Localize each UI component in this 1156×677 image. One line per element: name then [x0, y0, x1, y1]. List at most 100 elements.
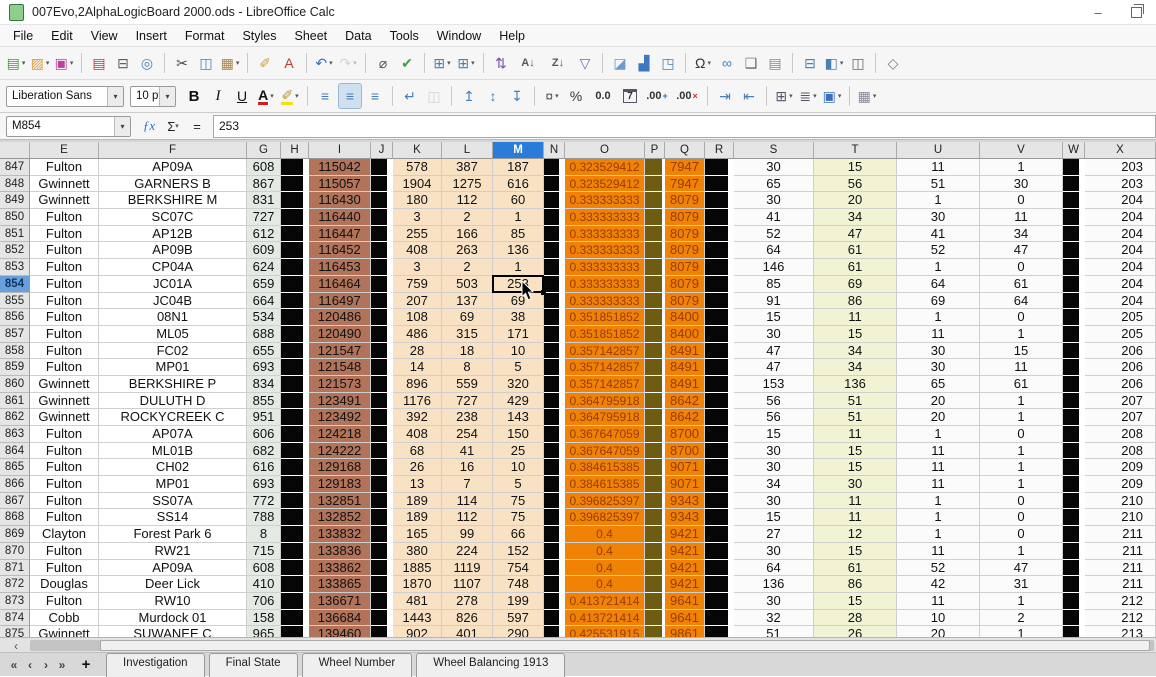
cell-H865[interactable] — [281, 459, 309, 477]
cell-E851[interactable]: Fulton — [30, 225, 99, 243]
sheet-tab-wheel-number[interactable]: Wheel Number — [301, 652, 413, 677]
delete-decimal-place-button[interactable]: .00 — [673, 84, 701, 108]
cell-W855[interactable] — [1063, 292, 1085, 310]
select-function-button[interactable]: Σ ▾ — [161, 115, 185, 137]
cell-Q848[interactable]: 7947 — [665, 175, 705, 193]
row-header-861[interactable]: 861 — [0, 392, 30, 410]
border-color-button[interactable]: ▣ ▾ — [821, 84, 843, 108]
row-header-875[interactable]: 875 — [0, 626, 30, 637]
cell-X861[interactable]: 207 — [1085, 392, 1156, 410]
cell-O860[interactable]: 0.357142857 — [565, 375, 645, 393]
cell-H867[interactable] — [281, 492, 309, 510]
sheet-tab-final-state[interactable]: Final State — [208, 652, 298, 677]
cell-N850[interactable] — [544, 209, 565, 226]
cell-M856[interactable]: 38 — [493, 309, 544, 326]
cell-M863[interactable]: 150 — [493, 426, 544, 443]
cell-N848[interactable] — [544, 175, 565, 193]
cell-I855[interactable]: 116497 — [309, 292, 371, 310]
cell-N872[interactable] — [544, 576, 565, 593]
cell-G856[interactable]: 534 — [247, 309, 281, 326]
cell-J858[interactable] — [371, 342, 393, 360]
col-header-W[interactable]: W — [1063, 142, 1085, 159]
row-header-863[interactable]: 863 — [0, 426, 30, 443]
cell-H868[interactable] — [281, 509, 309, 527]
cell-L856[interactable]: 69 — [442, 309, 493, 326]
chevron-down-icon[interactable]: ▾ — [114, 116, 130, 136]
cell-J851[interactable] — [371, 225, 393, 243]
cell-H851[interactable] — [281, 225, 309, 243]
cell-S853[interactable]: 146 — [734, 259, 814, 276]
italic-button[interactable]: I — [207, 84, 229, 108]
cell-L849[interactable]: 112 — [442, 192, 493, 210]
cell-I869[interactable]: 133832 — [309, 526, 371, 543]
last-sheet-button[interactable]: » — [54, 658, 70, 672]
cell-I851[interactable]: 116447 — [309, 225, 371, 243]
cell-L870[interactable]: 224 — [442, 542, 493, 560]
cell-M857[interactable]: 171 — [493, 325, 544, 343]
cell-H852[interactable] — [281, 242, 309, 260]
cell-J860[interactable] — [371, 375, 393, 393]
cell-R852[interactable] — [705, 242, 734, 260]
insert-image-button[interactable]: ◪ — [609, 51, 631, 75]
row-header-874[interactable]: 874 — [0, 609, 30, 627]
cell-W867[interactable] — [1063, 492, 1085, 510]
cell-G848[interactable]: 867 — [247, 175, 281, 193]
cell-H869[interactable] — [281, 526, 309, 543]
cell-K855[interactable]: 207 — [393, 292, 442, 310]
row-header-859[interactable]: 859 — [0, 359, 30, 376]
cell-U855[interactable]: 69 — [897, 292, 980, 310]
add-decimal-place-button[interactable]: .00 — [643, 84, 671, 108]
cell-N875[interactable] — [544, 626, 565, 637]
cell-E870[interactable]: Fulton — [30, 542, 99, 560]
cell-M858[interactable]: 10 — [493, 342, 544, 360]
cell-G857[interactable]: 688 — [247, 325, 281, 343]
cell-S855[interactable]: 91 — [734, 292, 814, 310]
cell-E847[interactable]: Fulton — [30, 159, 99, 176]
cell-N862[interactable] — [544, 409, 565, 426]
print-button[interactable]: ⊟ — [112, 51, 134, 75]
cell-M875[interactable]: 290 — [493, 626, 544, 637]
cell-K851[interactable]: 255 — [393, 225, 442, 243]
cell-L867[interactable]: 114 — [442, 492, 493, 510]
cell-O870[interactable]: 0.4 — [565, 542, 645, 560]
col-header-F[interactable]: F — [99, 142, 247, 159]
clone-formatting-button[interactable]: ✐ — [254, 51, 276, 75]
row-header-871[interactable]: 871 — [0, 559, 30, 577]
cell-J866[interactable] — [371, 476, 393, 493]
cell-E860[interactable]: Gwinnett — [30, 375, 99, 393]
cell-I857[interactable]: 120490 — [309, 325, 371, 343]
cell-L875[interactable]: 401 — [442, 626, 493, 637]
cell-L865[interactable]: 16 — [442, 459, 493, 477]
cell-H853[interactable] — [281, 259, 309, 276]
align-right-button[interactable]: ≡ — [364, 84, 386, 108]
cell-T869[interactable]: 12 — [814, 526, 897, 543]
cell-J854[interactable] — [371, 275, 393, 293]
wrap-text-button[interactable]: ↵ — [399, 84, 421, 108]
cell-S848[interactable]: 65 — [734, 175, 814, 193]
cell-L855[interactable]: 137 — [442, 292, 493, 310]
cell-G855[interactable]: 664 — [247, 292, 281, 310]
cell-G858[interactable]: 655 — [247, 342, 281, 360]
cell-I859[interactable]: 121548 — [309, 359, 371, 376]
cell-S849[interactable]: 30 — [734, 192, 814, 210]
cell-T852[interactable]: 61 — [814, 242, 897, 260]
cell-M853[interactable]: 1 — [493, 259, 544, 276]
format-as-date-button[interactable]: 7 — [619, 84, 641, 108]
cell-R870[interactable] — [705, 542, 734, 560]
cell-M859[interactable]: 5 — [493, 359, 544, 376]
cell-L858[interactable]: 18 — [442, 342, 493, 360]
cell-F863[interactable]: AP07A — [99, 426, 247, 443]
cell-F848[interactable]: GARNERS B — [99, 175, 247, 193]
chevron-down-icon[interactable]: ▾ — [46, 60, 50, 67]
cell-I872[interactable]: 133865 — [309, 576, 371, 593]
cell-G854[interactable]: 659 — [247, 275, 281, 293]
cell-Q850[interactable]: 8079 — [665, 209, 705, 226]
cell-F875[interactable]: SUWANEE C — [99, 626, 247, 637]
cell-U872[interactable]: 42 — [897, 576, 980, 593]
cell-R856[interactable] — [705, 309, 734, 326]
cell-H854[interactable] — [281, 275, 309, 293]
cell-K866[interactable]: 13 — [393, 476, 442, 493]
cell-S872[interactable]: 136 — [734, 576, 814, 593]
cell-H873[interactable] — [281, 592, 309, 610]
cell-S860[interactable]: 153 — [734, 375, 814, 393]
